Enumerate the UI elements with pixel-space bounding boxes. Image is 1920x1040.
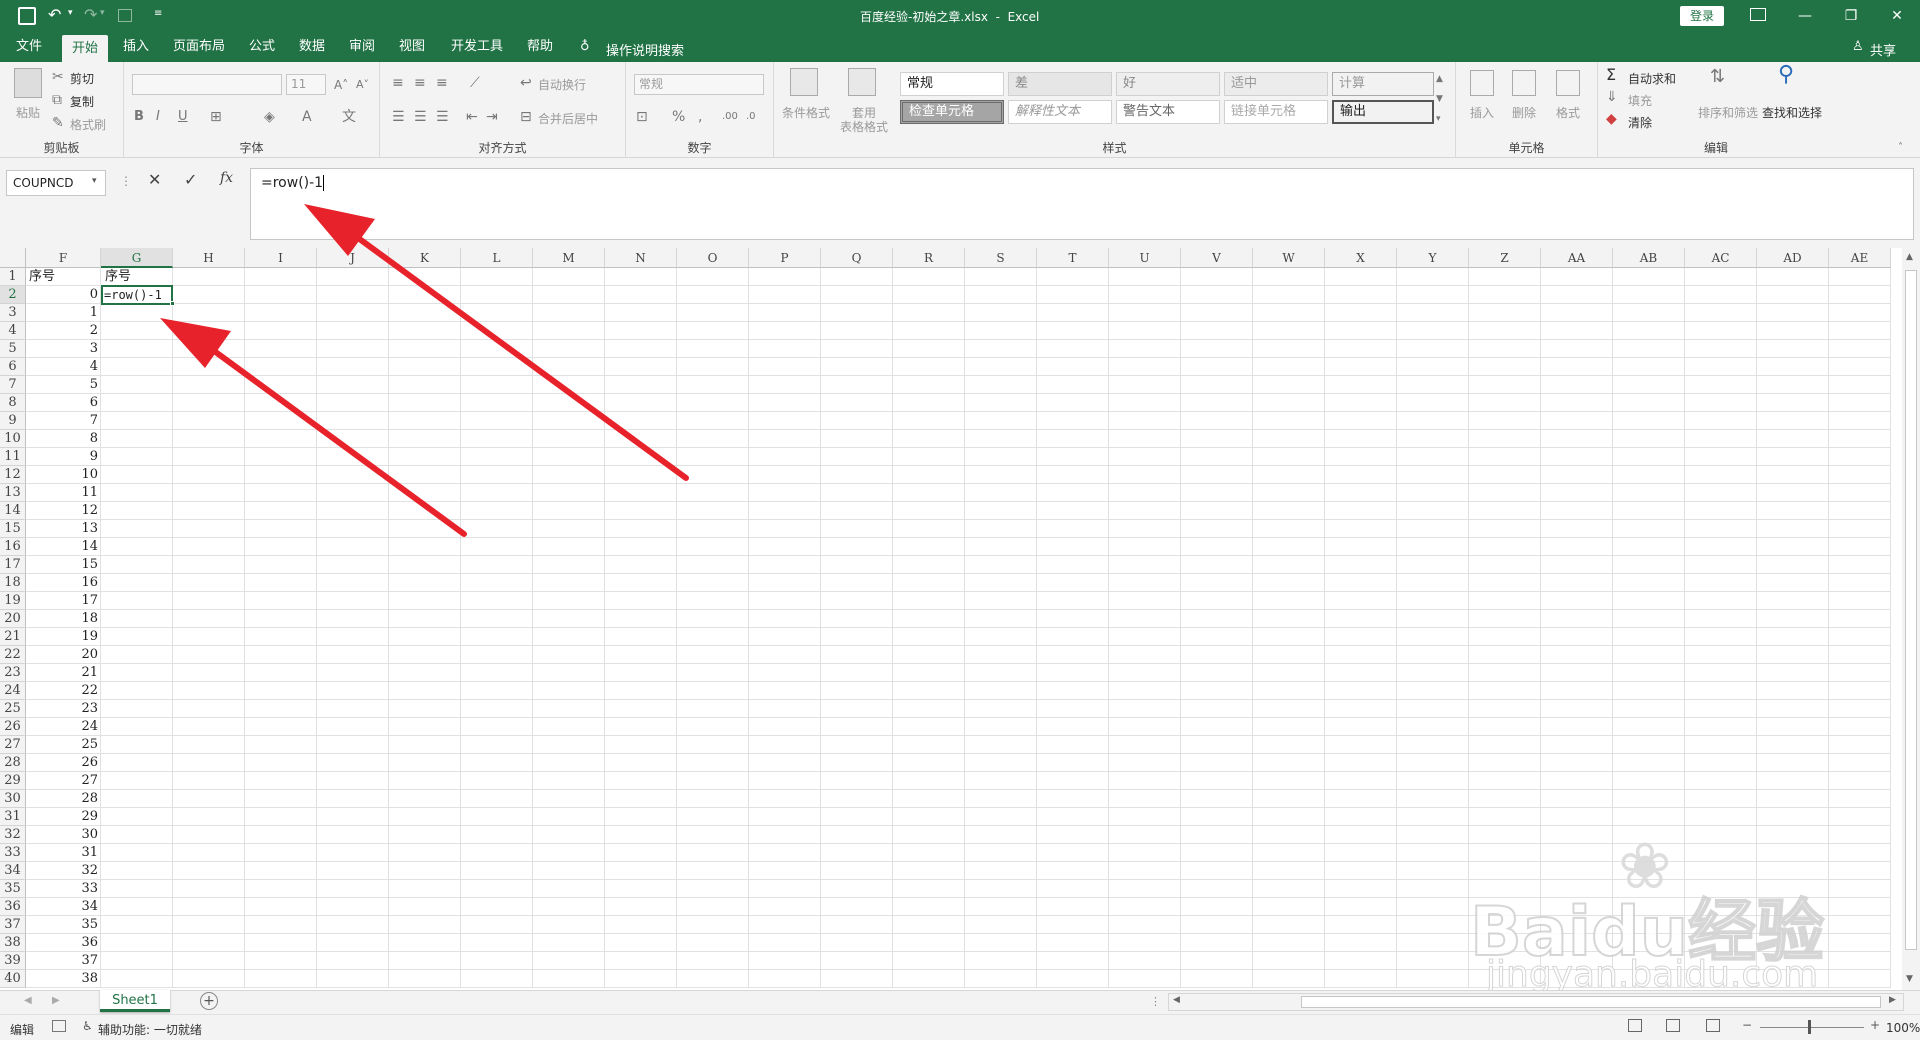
arrow-to-cell-g2 bbox=[160, 318, 467, 537]
zoom-out-icon[interactable]: − bbox=[1742, 1018, 1752, 1032]
page-break-view-icon[interactable] bbox=[1706, 1019, 1720, 1032]
prev-sheet-icon[interactable]: ◀ bbox=[24, 995, 32, 1006]
accessibility-icon: ♿ bbox=[82, 1019, 93, 1033]
add-sheet-icon[interactable]: + bbox=[200, 992, 218, 1010]
zoom-slider-thumb[interactable] bbox=[1808, 1020, 1811, 1034]
tabbar-splitter-icon[interactable]: ⋮ bbox=[1150, 995, 1161, 1008]
scroll-left-icon[interactable]: ◀ bbox=[1173, 995, 1180, 1005]
scroll-right-icon[interactable]: ▶ bbox=[1889, 995, 1896, 1005]
zoom-in-icon[interactable]: + bbox=[1870, 1018, 1880, 1032]
next-sheet-icon[interactable]: ▶ bbox=[52, 995, 60, 1006]
arrow-to-formula-bar bbox=[304, 204, 689, 481]
horizontal-scroll-thumb[interactable] bbox=[1301, 996, 1881, 1008]
sheet-tab-sheet1[interactable]: Sheet1 bbox=[100, 990, 170, 1012]
page-layout-view-icon[interactable] bbox=[1666, 1019, 1680, 1032]
annotation-arrows bbox=[160, 204, 689, 537]
zoom-level[interactable]: 100% bbox=[1886, 1021, 1920, 1035]
status-bar: 编辑 ♿ 辅助功能: 一切就绪 − + 100% bbox=[0, 1014, 1920, 1040]
mode-indicator: 编辑 bbox=[10, 1023, 35, 1037]
accessibility-status[interactable]: 辅助功能: 一切就绪 bbox=[98, 1021, 202, 1038]
sheet-tab-bar: ◀ ▶ Sheet1 + ⋮ ◀ ▶ bbox=[0, 990, 1920, 1014]
zoom-slider[interactable] bbox=[1760, 1027, 1864, 1028]
horizontal-scrollbar[interactable]: ◀ ▶ bbox=[1168, 993, 1904, 1011]
macro-record-icon[interactable] bbox=[52, 1020, 66, 1032]
normal-view-icon[interactable] bbox=[1628, 1019, 1642, 1032]
